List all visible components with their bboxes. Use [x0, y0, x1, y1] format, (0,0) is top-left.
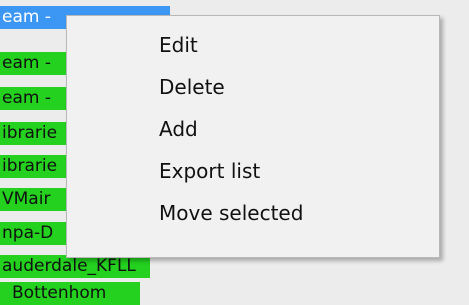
- list-item[interactable]: npa-D: [0, 222, 72, 245]
- context-menu: Edit Delete Add Export list Move selecte…: [66, 15, 440, 258]
- menu-item-delete[interactable]: Delete: [159, 73, 225, 101]
- menu-gutter: [67, 16, 135, 257]
- list-item[interactable]: ibrarie: [0, 122, 72, 145]
- menu-item-add[interactable]: Add: [159, 115, 198, 143]
- list-item[interactable]: eam -: [0, 87, 72, 110]
- menu-item-move-selected[interactable]: Move selected: [159, 199, 303, 227]
- list-item[interactable]: VMair: [0, 188, 72, 211]
- menu-item-export-list[interactable]: Export list: [159, 157, 260, 185]
- list-item[interactable]: ibrarie: [0, 155, 72, 178]
- menu-item-edit[interactable]: Edit: [159, 31, 198, 59]
- list-item[interactable]: Bottenhom: [0, 282, 140, 305]
- list-item[interactable]: auderdale_KFLL: [0, 255, 150, 278]
- list-item[interactable]: eam -: [0, 52, 72, 75]
